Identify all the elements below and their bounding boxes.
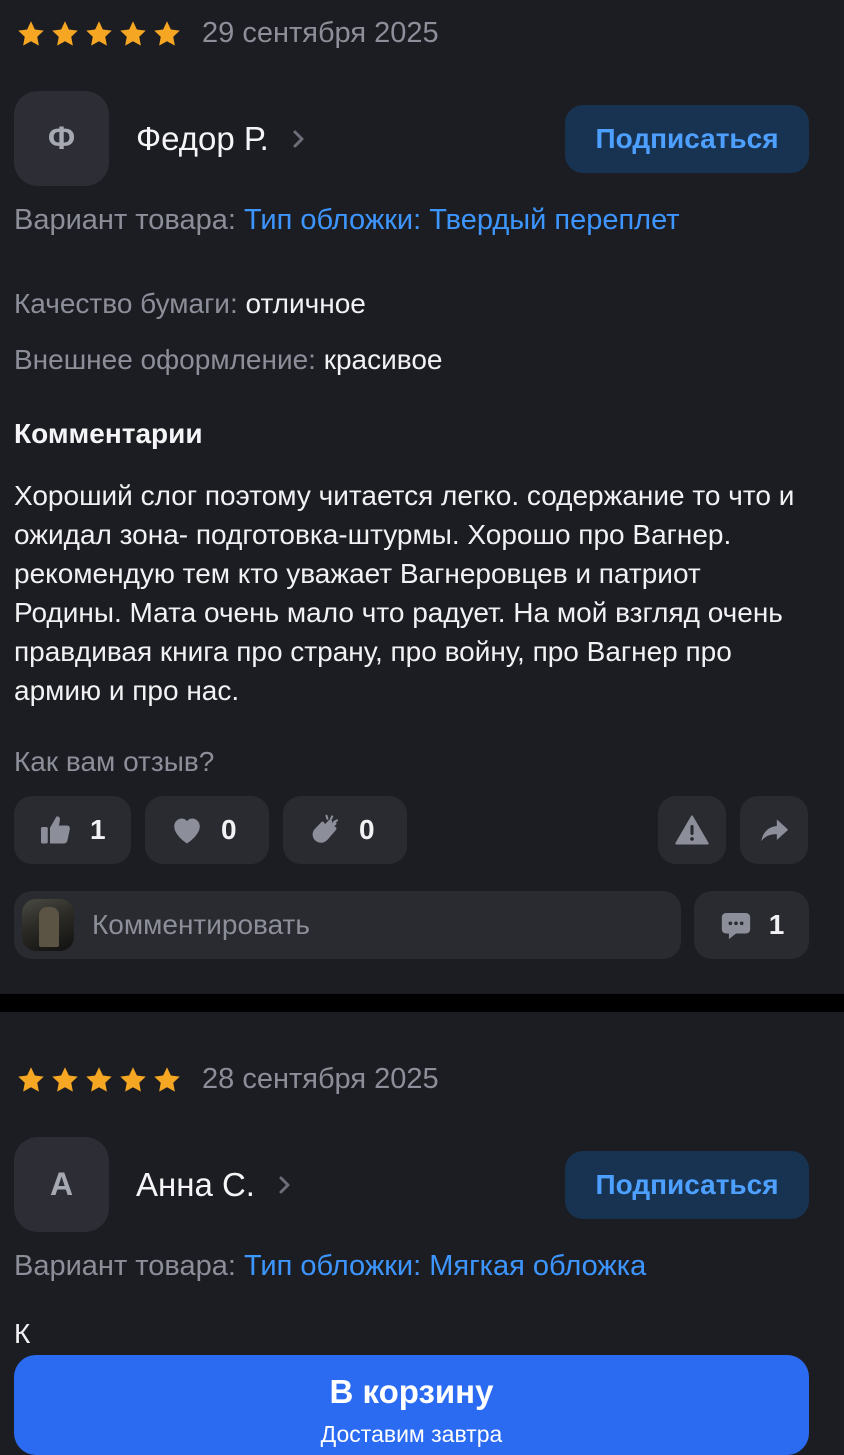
author-avatar[interactable]: А [14,1137,109,1232]
author-row: Ф Федор Р. Подписаться [14,91,809,186]
comments-heading: Комментарии [14,418,203,449]
author-row: А Анна С. Подписаться [14,1137,809,1232]
star-icon [154,20,180,46]
reaction-heart-button[interactable]: 0 [145,796,269,864]
subscribe-button[interactable]: Подписаться [565,1150,809,1219]
share-button[interactable] [740,796,808,864]
star-icon [52,1066,78,1092]
warning-icon [675,815,709,845]
star-icon [86,1066,112,1092]
clap-count: 0 [359,814,375,845]
rating-row: 28 сентября 2025 [16,1063,439,1096]
rating-row: 29 сентября 2025 [16,17,439,50]
reaction-like-button[interactable]: 1 [14,796,131,864]
subscribe-button[interactable]: Подписаться [565,104,809,173]
product-variant: Вариант товара: Тип обложки: Мягкая обло… [14,1250,646,1283]
delivery-note: Доставим завтра [320,1421,503,1447]
attribute-label: Качество бумаги: [14,288,238,319]
star-icon [120,20,146,46]
product-variant: Вариант товара: Тип обложки: Твердый пер… [14,204,680,237]
star-icon [120,1066,146,1092]
chat-bubble-icon [721,912,750,940]
cart-button-label: В корзину [329,1373,494,1410]
reaction-clap-button[interactable]: 0 [283,796,407,864]
heart-count: 0 [221,814,237,845]
add-to-cart-button[interactable]: В корзину Доставим завтра [14,1355,809,1455]
heart-icon [174,818,200,844]
share-arrow-icon [761,819,789,842]
user-avatar [22,899,74,951]
comment-input[interactable]: Комментировать [14,891,681,959]
attribute-paper-quality: Качество бумаги: отличное [14,288,366,320]
variant-value-link[interactable]: Тип обложки: Твердый переплет [244,204,680,236]
comments-count-button[interactable]: 1 [694,891,809,959]
variant-label: Вариант товара: [14,1250,236,1282]
star-rating [16,1065,182,1095]
like-count: 1 [90,814,106,845]
review-date: 29 сентября 2025 [202,17,439,49]
thumbs-up-icon [41,816,70,844]
review-separator [0,994,844,1012]
author-avatar[interactable]: Ф [14,91,109,186]
attribute-label: Внешнее оформление: [14,344,316,375]
star-icon [86,20,112,46]
review-card: 29 сентября 2025 Ф Федор Р. Подписаться … [0,0,844,994]
reactions-bar: 1 0 0 [14,796,407,864]
chevron-right-icon[interactable] [291,129,307,149]
variant-value-link[interactable]: Тип обложки: Мягкая обложка [244,1250,646,1282]
review-date: 28 сентября 2025 [202,1063,439,1095]
attribute-value: отличное [245,288,366,319]
star-icon [18,20,44,46]
variant-label: Вариант товара: [14,204,236,236]
chevron-right-icon[interactable] [277,1175,293,1195]
report-button[interactable] [658,796,726,864]
star-rating [16,19,182,49]
comment-placeholder: Комментировать [92,909,310,940]
review-text: Хороший слог поэтому читается легко. сод… [14,480,795,706]
attribute-value: красивое [323,344,443,375]
star-icon [154,1066,180,1092]
comment-count: 1 [768,909,785,940]
star-icon [18,1066,44,1092]
clapping-hands-icon [312,814,339,843]
attribute-design: Внешнее оформление: красивое [14,344,442,376]
author-name[interactable]: Анна С. [136,1166,255,1204]
partial-attribute-text: К [14,1318,31,1349]
star-icon [52,20,78,46]
author-name[interactable]: Федор Р. [136,120,269,158]
feedback-question: Как вам отзыв? [14,746,215,777]
